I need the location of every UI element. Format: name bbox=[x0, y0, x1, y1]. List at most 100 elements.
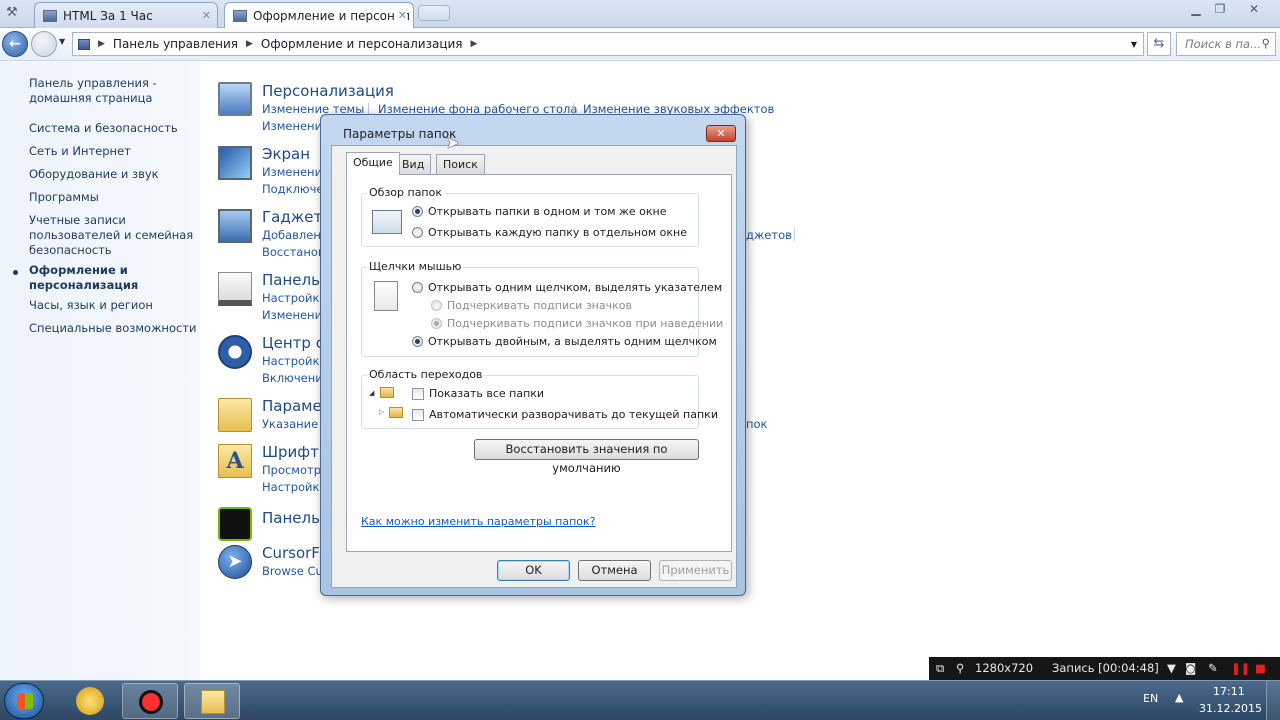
link-gadgets-1[interactable]: Добавлен bbox=[262, 228, 321, 242]
cursorfx-icon[interactable]: ➤ bbox=[218, 545, 252, 579]
link-taskbar-2[interactable]: Изменени bbox=[262, 308, 322, 322]
breadcrumb-arrow-icon[interactable]: ▶ bbox=[471, 39, 478, 49]
sidebar-item-accessibility[interactable]: Специальные возможности bbox=[29, 321, 196, 336]
show-all-folders-option[interactable]: Показать все папки bbox=[412, 387, 544, 400]
sidebar-item-hardware[interactable]: Оборудование и звук bbox=[29, 167, 159, 182]
forward-button[interactable] bbox=[31, 31, 57, 57]
fonts-icon[interactable]: A bbox=[218, 444, 252, 478]
category-title-display[interactable]: Экран bbox=[262, 145, 310, 163]
cancel-button[interactable]: Отмена bbox=[578, 560, 651, 581]
show-desktop-button[interactable] bbox=[1266, 681, 1280, 720]
window-close-icon[interactable]: ✕ bbox=[1242, 2, 1266, 16]
link-fonts-2[interactable]: Настройка bbox=[262, 480, 327, 494]
tab-html-course[interactable]: HTML За 1 Час ✕ bbox=[34, 2, 218, 28]
link-gadgets-2[interactable]: Восстанов bbox=[262, 245, 325, 259]
sidebar-item-security[interactable]: Система и безопасность bbox=[29, 121, 178, 136]
sidebar-item-clock[interactable]: Часы, язык и регион bbox=[29, 298, 153, 313]
start-button[interactable] bbox=[4, 683, 44, 719]
radio-open-new-window[interactable] bbox=[412, 227, 423, 238]
sidebar-item-accounts[interactable]: безопасность bbox=[29, 243, 112, 258]
tab-search[interactable]: Поиск bbox=[436, 154, 485, 174]
link-ease-2[interactable]: Включени bbox=[262, 371, 323, 385]
sidebar-item-accounts[interactable]: пользователей и семейная bbox=[29, 228, 193, 243]
taskbar-icon[interactable] bbox=[218, 272, 252, 306]
checkbox-show-all-folders[interactable] bbox=[412, 387, 424, 400]
stop-icon[interactable]: ■ bbox=[1255, 661, 1266, 675]
double-click-option[interactable]: Открывать двойным, а выделять одним щелч… bbox=[412, 335, 717, 348]
refresh-button[interactable]: ⇆ bbox=[1147, 32, 1171, 56]
ease-of-access-icon[interactable] bbox=[218, 335, 252, 369]
minimize-icon[interactable]: ▁ bbox=[1184, 2, 1208, 16]
taskbar-app-recorder[interactable] bbox=[122, 683, 178, 719]
help-link[interactable]: Как можно изменить параметры папок? bbox=[361, 515, 595, 528]
sidebar-item-home[interactable]: Панель управления - bbox=[29, 76, 157, 91]
pause-icon[interactable]: ❚❚ bbox=[1231, 661, 1250, 675]
search-icon[interactable]: ⚲ bbox=[1262, 36, 1270, 50]
category-title-ease-center[interactable]: Центр с bbox=[262, 334, 324, 352]
category-title-cursorfx[interactable]: CursorF bbox=[262, 544, 320, 562]
link-display-1[interactable]: Изменени bbox=[262, 165, 322, 179]
tab-view[interactable]: Вид bbox=[395, 154, 432, 174]
taskbar-app-explorer[interactable] bbox=[184, 683, 240, 719]
zoom-icon[interactable]: ⚲ bbox=[956, 661, 964, 675]
language-indicator[interactable]: EN bbox=[1143, 692, 1158, 705]
camera-icon[interactable]: ◙ bbox=[1185, 661, 1196, 675]
personalization-icon[interactable] bbox=[218, 82, 252, 116]
link-ease-1[interactable]: Настройка bbox=[262, 354, 327, 368]
pen-icon[interactable]: ✎ bbox=[1208, 661, 1218, 675]
sidebar-item-network[interactable]: Сеть и Интернет bbox=[29, 144, 131, 159]
sidebar-item-home[interactable]: домашняя страница bbox=[29, 91, 152, 106]
ok-button[interactable]: OK bbox=[497, 560, 570, 581]
link-taskbar-1[interactable]: Настройка bbox=[262, 291, 327, 305]
sidebar-item-accounts[interactable]: Учетные записи bbox=[29, 213, 126, 228]
link-folder-options-2[interactable]: пок bbox=[746, 417, 768, 431]
link-cursorfx-1[interactable]: Browse Cu bbox=[262, 564, 323, 578]
open-same-window-option[interactable]: Открывать папки в одном и том же окне bbox=[412, 205, 667, 218]
link-folder-options-1[interactable]: Указание bbox=[262, 417, 318, 431]
display-icon[interactable] bbox=[218, 146, 252, 180]
browser-tab-strip: ⚒ HTML За 1 Час ✕ Оформление и персонал … bbox=[0, 0, 1280, 28]
nvidia-icon[interactable] bbox=[218, 507, 252, 541]
tab-general[interactable]: Общие bbox=[346, 152, 400, 175]
radio-open-same-window[interactable] bbox=[412, 206, 423, 217]
dropdown-icon[interactable]: ▼ bbox=[1167, 661, 1176, 675]
address-dropdown-icon[interactable]: ▼ bbox=[1131, 40, 1137, 49]
gadgets-icon[interactable] bbox=[218, 209, 252, 243]
breadcrumb-arrow-icon[interactable]: ▶ bbox=[246, 39, 253, 49]
link-fonts-1[interactable]: Просмотр bbox=[262, 463, 321, 477]
breadcrumb-appearance[interactable]: Оформление и персонализация bbox=[261, 37, 463, 51]
link-display-2[interactable]: Подключе bbox=[262, 182, 323, 196]
checkbox-auto-expand[interactable] bbox=[412, 408, 424, 421]
link-gadgets-3[interactable]: джетов bbox=[746, 228, 792, 242]
link-personalization-2[interactable]: Изменени bbox=[262, 119, 322, 133]
clock-date[interactable]: 31.12.2015 bbox=[1199, 702, 1262, 715]
tab-appearance[interactable]: Оформление и персонал ✕ bbox=[224, 2, 414, 28]
single-click-option[interactable]: Открывать одним щелчком, выделять указат… bbox=[412, 281, 722, 294]
back-button[interactable]: ← bbox=[2, 31, 28, 57]
category-title-personalization[interactable]: Персонализация bbox=[262, 82, 394, 100]
restore-icon[interactable]: ❐ bbox=[1208, 2, 1232, 16]
folder-options-icon[interactable] bbox=[218, 398, 252, 432]
dialog-close-button[interactable]: ✕ bbox=[706, 125, 736, 142]
close-icon[interactable]: ✕ bbox=[394, 9, 407, 22]
clock-time[interactable]: 17:11 bbox=[1213, 685, 1245, 698]
restore-defaults-button[interactable]: Восстановить значения по умолчанию bbox=[474, 439, 699, 475]
category-title-nvidia[interactable]: Панель bbox=[262, 509, 320, 527]
sidebar-item-programs[interactable]: Программы bbox=[29, 190, 99, 205]
address-field[interactable]: ▶ Панель управления ▶ Оформление и персо… bbox=[72, 32, 1144, 56]
open-new-window-option[interactable]: Открывать каждую папку в отдельном окне bbox=[412, 226, 687, 239]
breadcrumb-control-panel[interactable]: Панель управления bbox=[113, 37, 238, 51]
auto-expand-option[interactable]: Автоматически разворачивать до текущей п… bbox=[412, 408, 718, 421]
tray-expand-icon[interactable]: ▲ bbox=[1175, 691, 1183, 704]
breadcrumb-arrow-icon[interactable]: ▶ bbox=[98, 39, 105, 49]
close-icon[interactable]: ✕ bbox=[202, 9, 211, 22]
taskbar-app-messenger[interactable] bbox=[62, 683, 118, 719]
category-title-taskbar[interactable]: Панель bbox=[262, 271, 320, 289]
radio-single-click[interactable] bbox=[412, 282, 423, 293]
new-tab-button[interactable] bbox=[418, 5, 450, 21]
fullscreen-icon[interactable]: ⧉ bbox=[936, 661, 944, 676]
wrench-icon[interactable]: ⚒ bbox=[6, 5, 18, 20]
radio-double-click[interactable] bbox=[412, 336, 423, 347]
chevron-down-icon[interactable]: ▼ bbox=[59, 37, 65, 46]
search-input[interactable]: Поиск в па... ⚲ bbox=[1176, 32, 1276, 56]
